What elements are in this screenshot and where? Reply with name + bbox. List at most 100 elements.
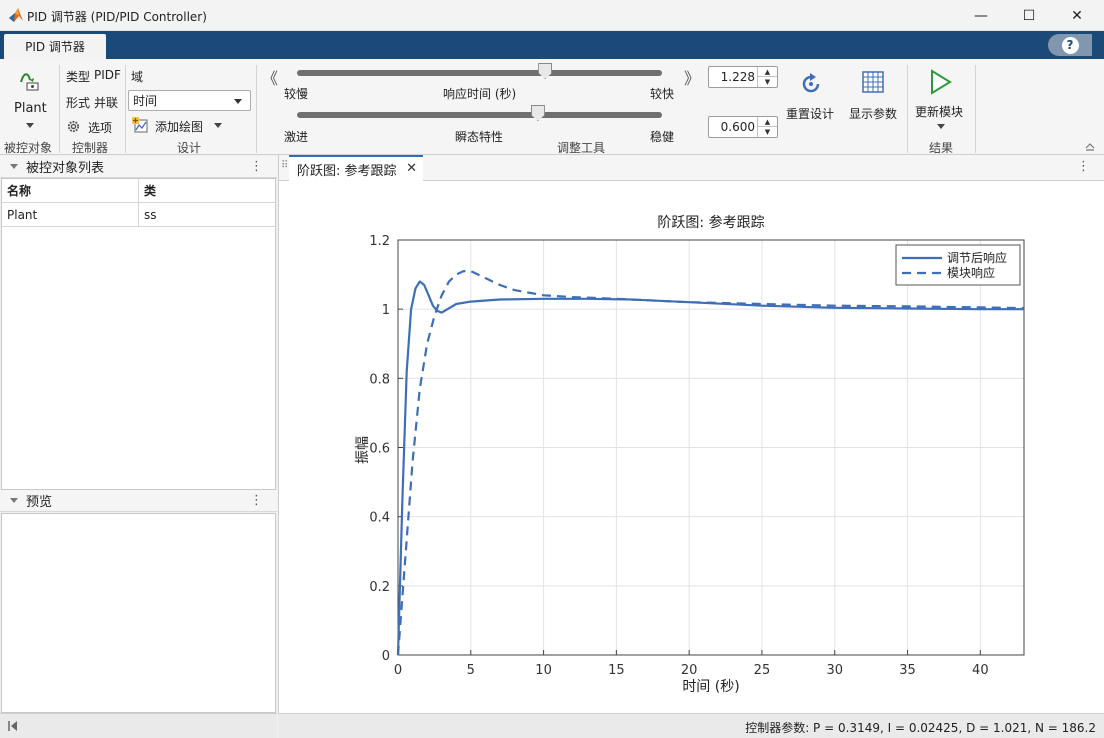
- window-title: PID 调节器 (PID/PID Controller): [27, 10, 207, 24]
- help-button[interactable]: ?: [1048, 34, 1092, 56]
- table-header-name[interactable]: 名称: [2, 179, 139, 203]
- document-menu-icon[interactable]: ⋮: [1077, 159, 1090, 174]
- help-icon: ?: [1061, 36, 1079, 54]
- chevron-down-icon: [234, 99, 242, 104]
- table-cell-plant-name[interactable]: Plant: [2, 203, 139, 227]
- transient-slider-track[interactable]: [297, 112, 662, 118]
- spin-down-icon[interactable]: ▼: [758, 77, 777, 87]
- plants-table: 名称 类 Plant ss: [1, 178, 276, 490]
- response-time-faster-label: 较快: [650, 87, 675, 101]
- legend-label: 调节后响应: [947, 250, 1007, 265]
- preview-panel-title: 预览: [26, 495, 53, 510]
- legend-label: 模块响应: [947, 265, 995, 280]
- y-axis-label: 振幅: [355, 436, 371, 464]
- collapse-triangle-icon[interactable]: [10, 164, 18, 169]
- domain-value: 时间: [133, 94, 158, 108]
- plant-label: Plant: [14, 101, 47, 116]
- maximize-button[interactable]: ☐: [1006, 0, 1052, 31]
- x-tick-label: 0: [394, 663, 402, 678]
- plant-icon: [20, 73, 39, 91]
- transient-label: 瞬态特性: [455, 130, 504, 144]
- response-time-label: 响应时间 (秒): [443, 87, 517, 101]
- group-label-results: 结果: [929, 141, 954, 155]
- transient-robust-label: 稳健: [650, 130, 675, 144]
- tab-pid-tuner[interactable]: PID 调节器: [4, 34, 106, 59]
- response-time-slider-track[interactable]: [297, 70, 662, 76]
- group-label-controller: 控制器: [72, 141, 109, 155]
- close-tab-icon[interactable]: ✕: [406, 161, 417, 176]
- add-plot-button[interactable]: 添加绘图: [130, 116, 230, 136]
- controller-type-label: 类型: [66, 70, 91, 84]
- options-label: 选项: [88, 121, 113, 135]
- panel-menu-icon[interactable]: ⋮: [250, 493, 263, 508]
- y-tick-label: 1.2: [369, 234, 390, 249]
- x-tick-label: 30: [826, 663, 843, 678]
- y-tick-label: 0.2: [369, 580, 390, 595]
- add-plot-label: 添加绘图: [155, 120, 204, 134]
- group-label-tuning: 调整工具: [557, 141, 606, 155]
- chart-title: 阶跃图: 参考跟踪: [657, 214, 764, 231]
- reset-design-button[interactable]: 重置设计: [784, 67, 840, 131]
- spin-up-icon[interactable]: ▲: [758, 67, 777, 77]
- ribbon-separator: [59, 65, 60, 153]
- options-button[interactable]: 选项: [64, 117, 122, 137]
- status-bar: 控制器参数: P = 0.3149, I = 0.02425, D = 1.02…: [278, 713, 1104, 738]
- drag-handle-icon[interactable]: ⠿: [281, 160, 288, 171]
- close-button[interactable]: ✕: [1054, 0, 1100, 31]
- step-response-chart[interactable]: 阶跃图: 参考跟踪 0 5 10 15 20 25 30 35 40 0 0.2 0.4 0.6 0.8 1…: [279, 181, 1104, 713]
- y-tick-label: 1: [382, 303, 390, 318]
- table-cell-plant-class[interactable]: ss: [139, 203, 275, 227]
- chart-series: [396, 269, 1025, 656]
- controller-form-value[interactable]: 并联: [94, 94, 118, 111]
- transient-slider-thumb[interactable]: [530, 105, 545, 121]
- reset-design-label: 重置设计: [786, 107, 835, 121]
- series-line-1: [396, 280, 1024, 656]
- minimize-button[interactable]: —: [958, 0, 1004, 31]
- response-time-slider-thumb[interactable]: [538, 63, 553, 79]
- table-grid-icon: [862, 71, 884, 93]
- controller-params-status: 控制器参数: P = 0.3149, I = 0.02425, D = 1.02…: [745, 721, 1096, 735]
- expand-right-icon[interactable]: 》: [684, 65, 700, 89]
- ribbon-separator: [907, 65, 908, 153]
- transient-value[interactable]: 0.600: [721, 120, 755, 134]
- response-time-value[interactable]: 1.228: [721, 70, 755, 84]
- collapse-ribbon-icon[interactable]: [1085, 141, 1095, 151]
- axis-ticks: 0 5 10 15 20 25 30 35 40 0 0.2 0.4 0.6 0.8 1 1.2: [369, 234, 988, 678]
- ribbon-separator: [125, 65, 126, 153]
- chart-legend[interactable]: 调节后响应模块响应: [895, 244, 1021, 286]
- preview-panel-header[interactable]: 预览 ⋮: [0, 490, 277, 512]
- plants-panel-header[interactable]: 被控对象列表 ⋮: [0, 156, 277, 178]
- app-tab-strip: PID 调节器 ?: [0, 31, 1104, 59]
- controller-form-label: 形式: [66, 96, 91, 110]
- series-line-2: [396, 269, 1025, 656]
- y-tick-label: 0: [382, 649, 390, 664]
- transient-spinner[interactable]: 0.600 ▲ ▼: [708, 116, 778, 138]
- x-tick-label: 20: [681, 663, 698, 678]
- collapse-panel-icon[interactable]: [8, 720, 18, 732]
- plant-button[interactable]: Plant: [2, 63, 58, 135]
- table-header-class[interactable]: 类: [139, 179, 275, 203]
- spin-up-icon[interactable]: ▲: [758, 117, 777, 127]
- collapse-triangle-icon[interactable]: [10, 498, 18, 503]
- spin-down-icon[interactable]: ▼: [758, 127, 777, 137]
- x-tick-label: 40: [972, 663, 989, 678]
- ribbon-separator: [975, 65, 976, 153]
- panel-menu-icon[interactable]: ⋮: [250, 159, 263, 174]
- x-tick-label: 35: [899, 663, 916, 678]
- chevron-down-icon: [214, 123, 222, 128]
- collapse-left-icon[interactable]: 《: [262, 65, 278, 89]
- domain-dropdown[interactable]: 时间: [128, 90, 251, 111]
- domain-label: 域: [131, 70, 144, 84]
- show-params-button[interactable]: 显示参数: [846, 67, 902, 131]
- play-icon: [931, 69, 952, 95]
- update-block-button[interactable]: 更新模块: [911, 65, 971, 137]
- chevron-down-icon: [937, 124, 945, 129]
- controller-type-value[interactable]: PIDF: [94, 68, 121, 82]
- tab-step-plot[interactable]: 阶跃图: 参考跟踪 ✕: [289, 155, 423, 181]
- y-tick-label: 0.8: [369, 372, 390, 387]
- document-tab-bar: ⠿ 阶跃图: 参考跟踪 ✕ ⋮: [278, 155, 1104, 181]
- response-time-spinner[interactable]: 1.228 ▲ ▼: [708, 66, 778, 88]
- group-label-design: 设计: [177, 141, 202, 155]
- y-tick-label: 0.4: [369, 511, 390, 526]
- x-tick-label: 5: [467, 663, 475, 678]
